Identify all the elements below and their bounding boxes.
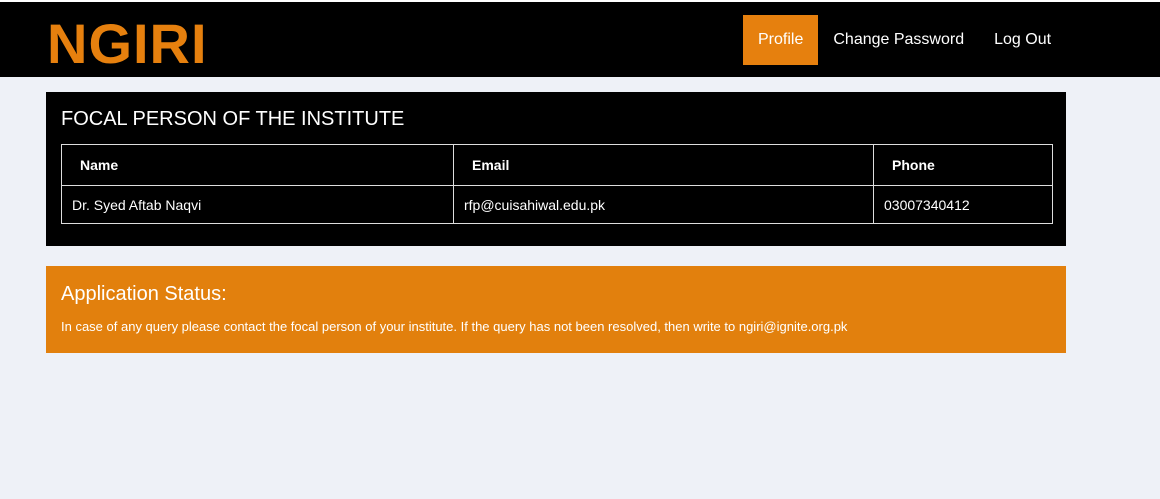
focal-person-table: Name Email Phone Dr. Syed Aftab Naqvi rf… xyxy=(61,144,1053,224)
top-navbar: NGIRI Profile Change Password Log Out xyxy=(0,2,1160,77)
nav-profile-link[interactable]: Profile xyxy=(743,15,819,65)
column-header-name: Name xyxy=(61,144,454,186)
cell-phone: 03007340412 xyxy=(873,185,1053,224)
application-status-panel: Application Status: In case of any query… xyxy=(46,266,1066,353)
cell-email: rfp@cuisahiwal.edu.pk xyxy=(453,185,874,224)
main-nav: Profile Change Password Log Out xyxy=(743,15,1066,65)
cell-name: Dr. Syed Aftab Naqvi xyxy=(61,185,454,224)
column-header-phone: Phone xyxy=(873,144,1053,186)
focal-panel-title: FOCAL PERSON OF THE INSTITUTE xyxy=(61,108,405,130)
status-title: Application Status: xyxy=(61,283,227,305)
focal-person-panel: FOCAL PERSON OF THE INSTITUTE Name Email… xyxy=(46,92,1066,246)
nav-change-password-link[interactable]: Change Password xyxy=(818,15,979,65)
nav-log-out-link[interactable]: Log Out xyxy=(979,15,1066,65)
status-message: In case of any query please contact the … xyxy=(61,319,848,334)
brand-logo[interactable]: NGIRI xyxy=(47,16,208,72)
table-row: Dr. Syed Aftab Naqvi rfp@cuisahiwal.edu.… xyxy=(61,185,1053,224)
column-header-email: Email xyxy=(453,144,874,186)
table-header-row: Name Email Phone xyxy=(61,144,1053,186)
